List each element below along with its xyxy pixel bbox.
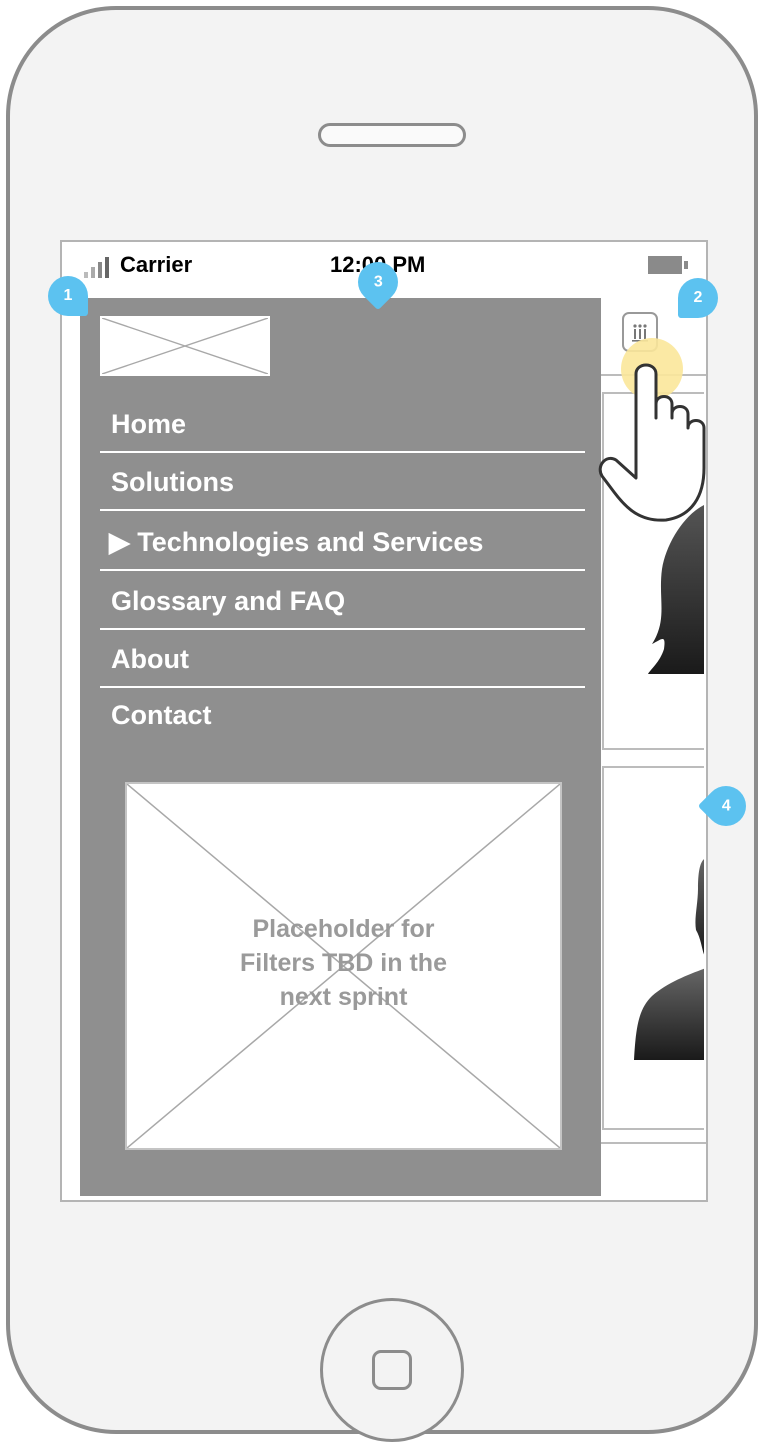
annotation-badge-2: 2 bbox=[678, 278, 718, 318]
nav-item-home[interactable]: Home bbox=[100, 395, 585, 453]
placeholder-line: Filters TBD in the bbox=[240, 949, 447, 977]
tap-hand-icon bbox=[598, 363, 706, 522]
filters-placeholder: Placeholder for Filters TBD in the next … bbox=[125, 782, 562, 1150]
logo-placeholder bbox=[100, 316, 270, 376]
nav-item-about[interactable]: About bbox=[100, 630, 585, 688]
annotation-number: 1 bbox=[63, 287, 73, 304]
home-square-icon bbox=[372, 1350, 412, 1390]
person-silhouette-image bbox=[634, 859, 704, 1060]
annotation-badge-1: 1 bbox=[48, 276, 88, 316]
annotation-number: 4 bbox=[721, 797, 731, 814]
content-card[interactable] bbox=[602, 766, 704, 1130]
content-divider bbox=[600, 1142, 706, 1144]
nav-item-technologies-and-services[interactable]: ▶ Technologies and Services bbox=[100, 513, 585, 571]
phone-speaker bbox=[318, 123, 466, 147]
placeholder-line: next sprint bbox=[279, 983, 408, 1011]
navigation-drawer: Home Solutions ▶ Technologies and Servic… bbox=[80, 298, 601, 1196]
carrier-name: Carrier bbox=[120, 252, 193, 277]
home-button[interactable] bbox=[320, 1298, 464, 1442]
annotation-number: 3 bbox=[373, 273, 383, 290]
nav-item-solutions[interactable]: Solutions bbox=[100, 453, 585, 511]
placeholder-line: Placeholder for bbox=[252, 915, 435, 943]
nav-item-glossary-and-faq[interactable]: Glossary and FAQ bbox=[100, 572, 585, 630]
signal-bars-icon bbox=[84, 252, 124, 278]
battery-icon bbox=[648, 256, 688, 274]
nav-item-contact[interactable]: Contact bbox=[100, 686, 585, 744]
filters-placeholder-text: Placeholder for Filters TBD in the next … bbox=[127, 912, 560, 1014]
annotation-number: 2 bbox=[693, 289, 703, 306]
